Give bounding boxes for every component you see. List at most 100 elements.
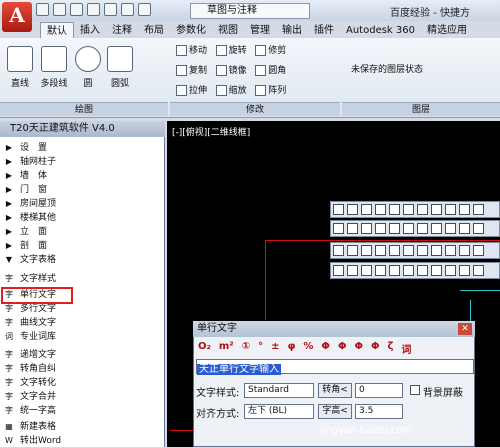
workspace-dropdown[interactable]: 草图与注释 <box>190 3 310 19</box>
array-button[interactable]: 阵列 <box>255 85 286 96</box>
rebar-symbol-1-button[interactable]: Φ <box>321 341 330 356</box>
tab-layout[interactable]: 布局 <box>138 22 170 39</box>
tab-output[interactable]: 输出 <box>276 22 308 39</box>
redo-icon[interactable] <box>138 3 151 16</box>
polyline-button[interactable]: 多段线 <box>38 46 70 89</box>
menu-group-doors[interactable]: ▶ 门 窗 <box>4 184 159 197</box>
tab-featured-apps[interactable]: 精选应用 <box>421 22 473 39</box>
circle-icon <box>75 46 101 72</box>
menu-item-export-word[interactable]: W 转出Word <box>4 435 159 448</box>
tab-insert[interactable]: 插入 <box>74 22 106 39</box>
menu-item-rotate-correct[interactable]: 字转角自纠 <box>4 363 159 376</box>
draw-panel-label[interactable]: 绘图 <box>0 102 168 116</box>
triangle-right-icon: ▶ <box>5 212 13 222</box>
open-icon[interactable] <box>53 3 66 16</box>
angle-input[interactable]: 0 <box>355 383 403 398</box>
arc-button[interactable]: 圆弧 <box>104 46 136 89</box>
degree-button[interactable]: ° <box>258 341 263 356</box>
rebar-symbol-4-button[interactable]: Φ <box>371 341 380 356</box>
tab-view[interactable]: 视图 <box>212 22 244 39</box>
move-icon <box>176 45 187 56</box>
menu-group-elevation[interactable]: ▶ 立 面 <box>4 226 159 239</box>
save-icon[interactable] <box>70 3 83 16</box>
triangle-right-icon: ▶ <box>5 240 13 250</box>
drawing-line <box>265 240 500 241</box>
text-height-pick-button[interactable]: 字高< <box>318 404 352 419</box>
phi-button[interactable]: φ <box>288 341 296 356</box>
tab-default[interactable]: 默认 <box>40 22 74 39</box>
menu-item-text-style[interactable]: 字文字样式 <box>4 273 159 286</box>
tab-plugins[interactable]: 插件 <box>308 22 340 39</box>
fillet-button[interactable]: 圆角 <box>255 65 286 76</box>
text-height-input[interactable]: 3.5 <box>355 404 403 419</box>
rebar-symbol-3-button[interactable]: Φ <box>354 341 363 356</box>
application-menu-button[interactable]: A <box>2 2 32 32</box>
menu-group-text-table[interactable]: ▼ 文字表格 <box>4 254 159 267</box>
rotate-correct-icon: 字 <box>5 363 13 373</box>
tab-parametric[interactable]: 参数化 <box>170 22 212 39</box>
background-mask-checkbox[interactable] <box>410 385 420 395</box>
square-meter-button[interactable]: m² <box>219 341 234 356</box>
modify-panel-label[interactable]: 修改 <box>170 102 340 116</box>
saveas-icon[interactable] <box>87 3 100 16</box>
line-icon <box>7 46 33 72</box>
rebar-symbol-2-button[interactable]: Φ <box>338 341 347 356</box>
stretch-icon <box>176 85 187 96</box>
viewport-label[interactable]: [-][俯视][二维线框] <box>172 125 250 138</box>
alignment-dropdown[interactable]: 左下 (BL) <box>244 404 314 419</box>
circled-number-button[interactable]: ① <box>242 341 250 356</box>
tab-autodesk360[interactable]: Autodesk 360 <box>340 22 421 39</box>
background-mask-label: 背景屏蔽 <box>423 388 463 399</box>
oxygen-symbol-button[interactable]: O₂ <box>198 341 211 356</box>
menu-group-rooms[interactable]: ▶ 房间屋顶 <box>4 198 159 211</box>
tab-manage[interactable]: 管理 <box>244 22 276 39</box>
menu-item-increment-text[interactable]: 字递增文字 <box>4 349 159 362</box>
text-style-label: 文字样式: <box>196 388 240 399</box>
vocabulary-button[interactable]: 词 <box>401 341 411 356</box>
move-button[interactable]: 移动 <box>176 45 207 56</box>
trim-button[interactable]: 修剪 <box>255 45 286 56</box>
undo-icon[interactable] <box>121 3 134 16</box>
new-icon[interactable] <box>36 3 49 16</box>
menu-group-axis[interactable]: ▶ 轴网柱子 <box>4 156 159 169</box>
floating-toolbar-2[interactable] <box>330 220 500 237</box>
text-style-dropdown[interactable]: Standard <box>244 383 314 398</box>
floating-toolbar-1[interactable] <box>330 201 500 218</box>
plus-minus-button[interactable]: ± <box>271 341 279 356</box>
percent-button[interactable]: % <box>303 341 313 356</box>
menu-item-new-table[interactable]: ▦ 新建表格 <box>4 421 159 434</box>
print-icon[interactable] <box>104 3 117 16</box>
text-convert-icon: 字 <box>5 377 13 387</box>
menu-item-vocabulary[interactable]: 词专业词库 <box>4 331 159 344</box>
circle-button[interactable]: 圆 <box>72 46 104 89</box>
mirror-icon <box>215 65 227 76</box>
menu-item-curve-text[interactable]: 字曲线文字 <box>4 317 159 330</box>
floating-toolbar-4[interactable] <box>330 262 500 279</box>
menu-group-wall[interactable]: ▶ 墙 体 <box>4 170 159 183</box>
tab-annotate[interactable]: 注释 <box>106 22 138 39</box>
angle-pick-button[interactable]: 转角< <box>318 383 352 398</box>
menu-item-text-convert[interactable]: 字文字转化 <box>4 377 159 390</box>
menu-item-unify-height[interactable]: 字统一字高 <box>4 405 159 418</box>
special-symbol-button[interactable]: ζ <box>387 341 393 356</box>
rotate-button[interactable]: 旋转 <box>215 45 247 56</box>
quick-access-toolbar <box>36 3 151 19</box>
stretch-button[interactable]: 拉伸 <box>176 85 207 96</box>
line-button[interactable]: 直线 <box>4 46 36 89</box>
floating-toolbar-3[interactable] <box>330 242 500 259</box>
text-input-field[interactable]: 天正单行文字输入 <box>196 359 474 375</box>
menu-group-stairs[interactable]: ▶ 楼梯其他 <box>4 212 159 225</box>
scale-button[interactable]: 缩放 <box>215 85 247 96</box>
menu-group-settings[interactable]: ▶ 设 置 <box>4 142 159 155</box>
mirror-button[interactable]: 镜像 <box>215 65 247 76</box>
window-title: 百度经验 - 快捷方 <box>390 8 470 19</box>
dialog-title: 单行文字 <box>193 321 475 337</box>
triangle-down-icon: ▼ <box>5 254 13 264</box>
close-icon[interactable]: ✕ <box>458 323 472 335</box>
menu-item-text-merge[interactable]: 字文字合并 <box>4 391 159 404</box>
layers-panel-label[interactable]: 图层 <box>342 102 500 116</box>
menu-item-multiline-text[interactable]: 字多行文字 <box>4 303 159 316</box>
layer-state-dropdown[interactable]: 未保存的图层状态 <box>348 64 488 79</box>
copy-button[interactable]: 复制 <box>176 65 207 76</box>
menu-group-section[interactable]: ▶ 剖 面 <box>4 240 159 253</box>
